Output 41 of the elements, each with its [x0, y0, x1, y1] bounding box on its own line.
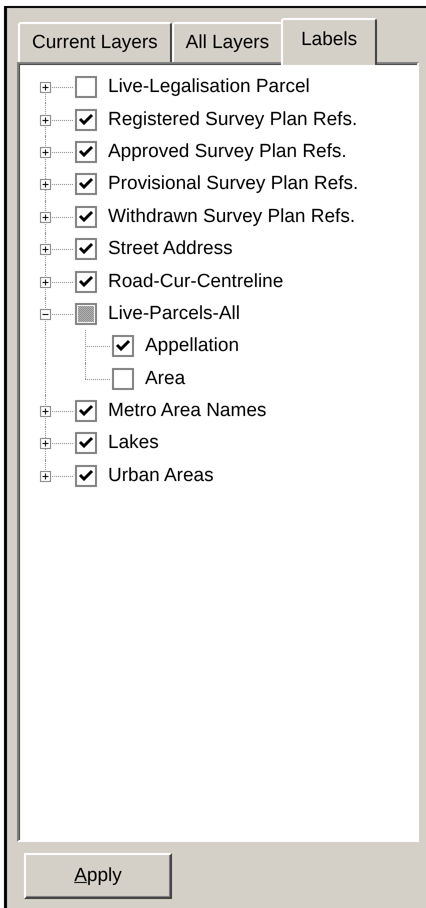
checkbox[interactable]	[75, 432, 97, 454]
checkbox[interactable]	[75, 76, 97, 98]
tree-item-label[interactable]: Area	[145, 368, 186, 390]
expand-icon[interactable]	[40, 179, 51, 190]
checkbox[interactable]	[112, 335, 134, 358]
tree-item-label[interactable]: Live-Legalisation Parcel	[108, 76, 310, 98]
expand-icon[interactable]	[40, 146, 51, 158]
expand-icon[interactable]	[40, 82, 51, 94]
checkbox[interactable]	[75, 206, 97, 228]
tab[interactable]: All Layers	[172, 22, 284, 62]
tree-item-label[interactable]: Live-Parcels-All	[108, 302, 240, 325]
checkbox[interactable]	[112, 368, 134, 390]
checkbox[interactable]	[75, 238, 97, 260]
checkbox[interactable]	[75, 140, 97, 163]
tree-item-label[interactable]: Road-Cur-Centreline	[108, 270, 284, 293]
tree-item-label[interactable]: Registered Survey Plan Refs.	[108, 108, 358, 131]
tree-item-label[interactable]: Withdrawn Survey Plan Refs.	[108, 206, 356, 228]
tab[interactable]: Current Layers	[18, 22, 172, 62]
tree-item-label[interactable]: Metro Area Names	[108, 400, 266, 422]
tree-item-label[interactable]: Appellation	[145, 335, 240, 358]
checkbox[interactable]	[75, 400, 97, 422]
expand-icon[interactable]	[40, 470, 51, 482]
expand-icon[interactable]	[40, 244, 51, 256]
tab[interactable]: Labels	[281, 18, 378, 65]
tree-item-label[interactable]: Urban Areas	[108, 464, 214, 487]
tree-item-label[interactable]: Approved Survey Plan Refs.	[108, 140, 347, 163]
apply-button[interactable]: Apply	[24, 853, 172, 899]
tree-item-label[interactable]: Provisional Survey Plan Refs.	[108, 173, 358, 196]
collapse-icon[interactable]	[40, 308, 51, 320]
expand-icon[interactable]	[40, 114, 51, 126]
tree-item-label[interactable]: Lakes	[108, 432, 159, 454]
tree-item-label[interactable]: Street Address	[108, 238, 233, 260]
expand-icon[interactable]	[40, 212, 51, 223]
expand-icon[interactable]	[40, 438, 51, 450]
expand-icon[interactable]	[40, 276, 51, 288]
checkbox[interactable]	[75, 464, 97, 487]
checkbox[interactable]	[75, 173, 97, 196]
expand-icon[interactable]	[40, 406, 51, 418]
checkbox[interactable]	[75, 108, 97, 131]
checkbox[interactable]	[75, 302, 97, 325]
checkbox[interactable]	[75, 270, 97, 293]
